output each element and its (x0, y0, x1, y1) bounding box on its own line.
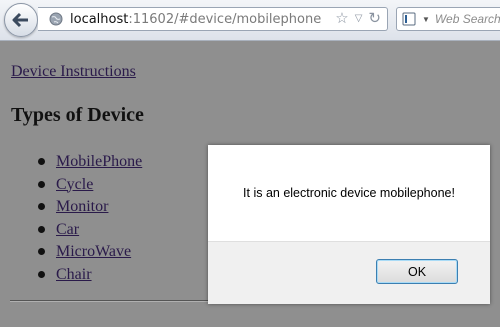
device-list: MobilePhone Cycle Monitor Car MicroWave … (36, 151, 142, 287)
list-item: MobilePhone (36, 151, 142, 174)
url-text: localhost:11602/#device/mobilephone (70, 12, 321, 27)
search-input[interactable]: Web Search (435, 12, 500, 26)
device-link-car[interactable]: Car (56, 221, 79, 238)
page-title: Types of Device (11, 104, 144, 126)
list-item: Chair (36, 264, 142, 287)
url-actions: ☆ ▽ ↻ (335, 10, 381, 28)
alert-footer: OK (208, 241, 490, 304)
list-item: Cycle (36, 174, 142, 197)
search-engine-icon[interactable] (402, 11, 420, 27)
device-link-chair[interactable]: Chair (56, 266, 92, 283)
browser-toolbar: localhost:11602/#device/mobilephone ☆ ▽ … (0, 0, 500, 41)
url-path: :11602/#device/mobilephone (128, 11, 322, 27)
device-link-cycle[interactable]: Cycle (56, 176, 93, 193)
search-bar[interactable]: ▼ Web Search (396, 7, 500, 31)
alert-message: It is an electronic device mobilephone! (243, 186, 455, 200)
search-dropdown-icon[interactable]: ▼ (422, 15, 430, 24)
device-link-monitor[interactable]: Monitor (56, 198, 108, 215)
alert-dialog: It is an electronic device mobilephone! … (208, 145, 490, 304)
device-link-microwave[interactable]: MicroWave (56, 243, 131, 260)
reload-icon[interactable]: ↻ (368, 10, 381, 28)
back-arrow-icon (12, 12, 28, 28)
star-icon[interactable]: ☆ (335, 10, 348, 28)
globe-icon (48, 11, 64, 27)
device-instructions-link[interactable]: Device Instructions (11, 63, 136, 81)
list-item: Car (36, 219, 142, 242)
device-link-mobilephone[interactable]: MobilePhone (56, 153, 142, 170)
dropdown-triangle-icon[interactable]: ▽ (355, 10, 363, 28)
address-bar[interactable]: localhost:11602/#device/mobilephone ☆ ▽ … (38, 7, 388, 31)
list-item: Monitor (36, 196, 142, 219)
ok-button[interactable]: OK (376, 259, 458, 284)
url-host: localhost (70, 11, 129, 27)
back-button[interactable] (4, 3, 38, 37)
list-item: MicroWave (36, 241, 142, 264)
